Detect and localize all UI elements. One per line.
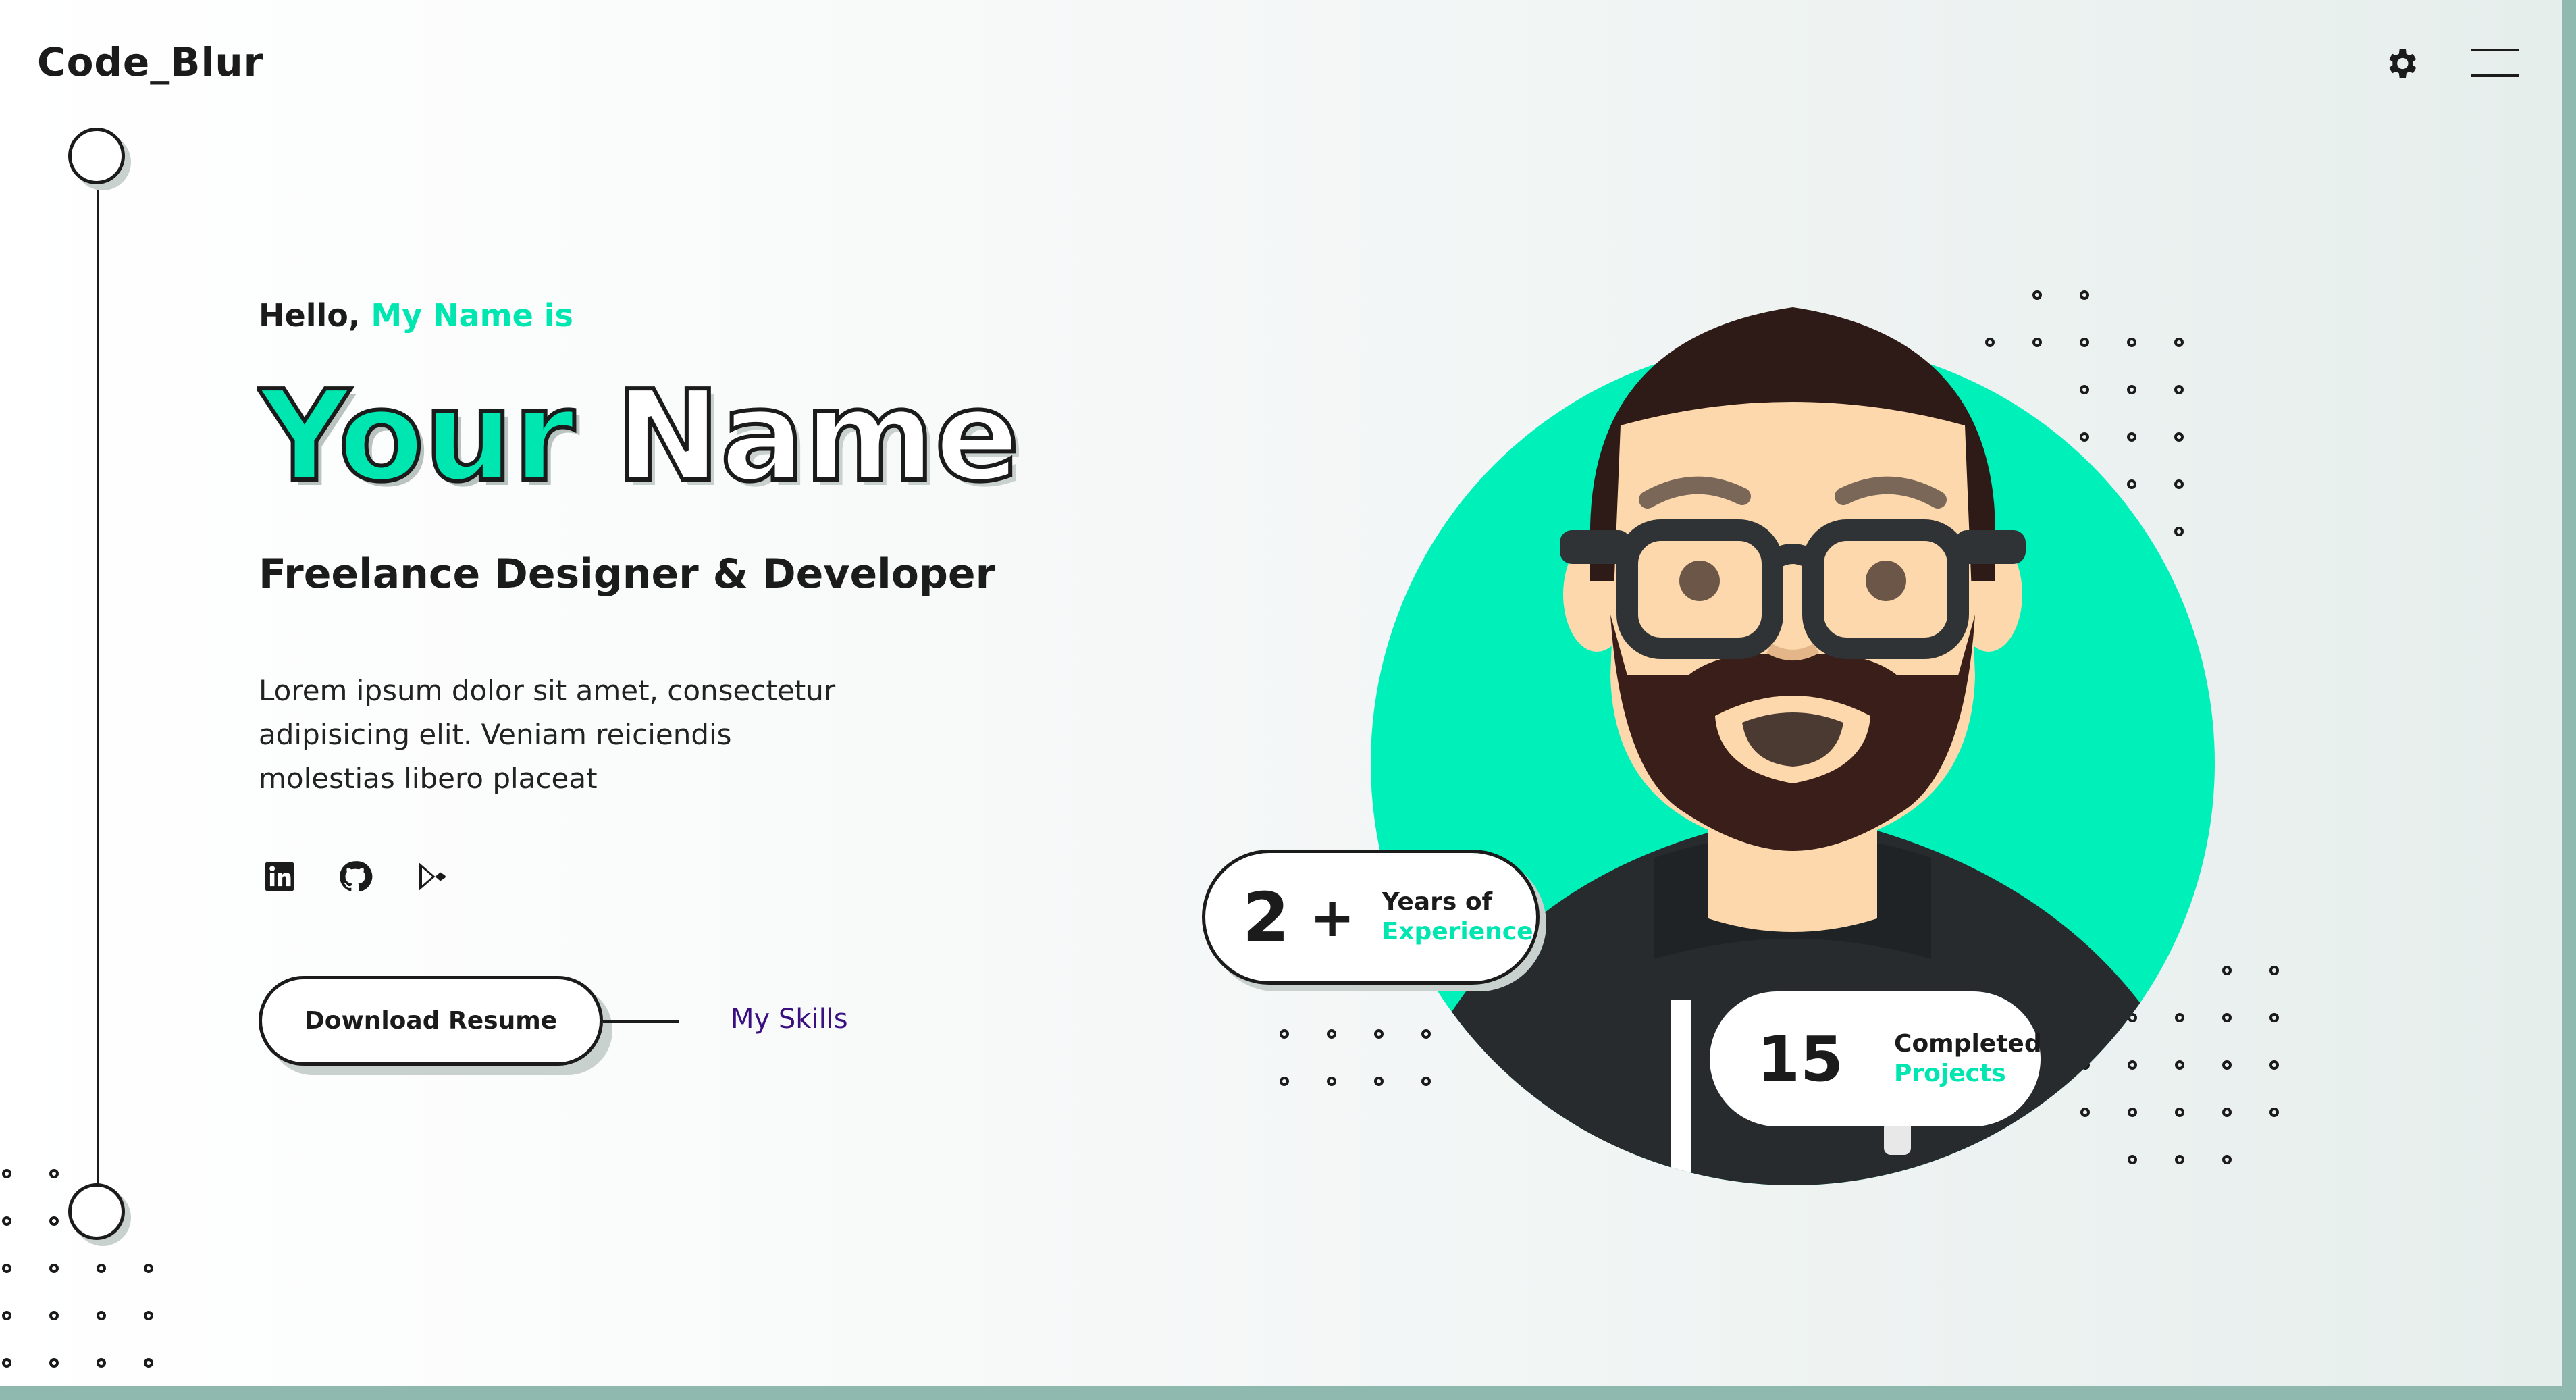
decor-dot: [2, 1169, 11, 1178]
google-play-icon[interactable]: [413, 859, 448, 894]
decor-dot: [97, 1264, 106, 1273]
window-edge-bottom: [0, 1386, 2576, 1400]
decor-dot: [97, 1358, 106, 1368]
decor-dot: [2, 1216, 11, 1226]
greeting-text: Hello,: [259, 297, 361, 334]
experience-line1: Years of: [1382, 888, 1493, 916]
decor-dot: [97, 1311, 106, 1320]
decor-dot: [49, 1169, 59, 1178]
hero-description: Lorem ipsum dolor sit amet, consectetur …: [259, 674, 836, 795]
decor-dot: [49, 1311, 59, 1320]
decor-dot: [2222, 966, 2232, 975]
experience-label: Years of Experience: [1382, 887, 1533, 947]
projects-line2: Projects: [1894, 1060, 2006, 1087]
experience-badge: 2 + Years of Experience: [1202, 850, 1540, 985]
hero-role: Freelance Designer & Developer: [259, 550, 996, 598]
decor-dot: [2, 1358, 11, 1368]
decor-dot: [2269, 966, 2279, 975]
site-logo[interactable]: Code_Blur: [37, 39, 263, 85]
decor-dot: [2222, 1108, 2232, 1117]
timeline-ring-top: [68, 128, 125, 184]
projects-number: 15: [1757, 1022, 1844, 1095]
decor-dot: [144, 1311, 153, 1320]
decor-dot: [49, 1358, 59, 1368]
button-connector-line: [603, 1020, 679, 1023]
gear-icon[interactable]: [2382, 45, 2420, 82]
hamburger-menu-icon[interactable]: [2471, 47, 2519, 80]
timeline-ring-bottom: [68, 1183, 125, 1240]
decor-dot: [2222, 1013, 2232, 1022]
decor-dot: [1280, 1077, 1289, 1086]
window-edge: [2562, 0, 2576, 1400]
decor-dot: [2269, 1108, 2279, 1117]
greeting-accent: My Name is: [371, 297, 573, 334]
decor-dot: [2, 1264, 11, 1273]
menu-bar: [2471, 74, 2519, 77]
decor-dot: [144, 1358, 153, 1368]
projects-line1: Completed: [1894, 1030, 2042, 1058]
hero-name-part1-front: Your: [258, 370, 575, 505]
hero-name-part2: Name: [616, 370, 1020, 505]
decor-dot: [2222, 1155, 2232, 1164]
menu-bar: [2471, 49, 2519, 51]
decor-dot: [2269, 1013, 2279, 1022]
projects-label: Completed Projects: [1894, 1029, 2042, 1089]
github-icon[interactable]: [338, 859, 373, 894]
decor-dot: [49, 1264, 59, 1273]
linkedin-icon[interactable]: [262, 859, 297, 894]
download-resume-button[interactable]: Download Resume: [259, 976, 603, 1066]
projects-badge: 15 Completed Projects: [1710, 991, 2042, 1126]
decor-dot: [1280, 1029, 1289, 1039]
my-skills-link[interactable]: My Skills: [731, 1004, 848, 1035]
experience-line2: Experience: [1382, 918, 1533, 945]
decor-dot: [2222, 1060, 2232, 1070]
decor-dot: [1327, 1077, 1336, 1086]
experience-number: 2: [1242, 877, 1290, 957]
decor-dot: [1327, 1029, 1336, 1039]
decor-dot: [2, 1311, 11, 1320]
decor-dot: [49, 1216, 59, 1226]
decor-dot: [2269, 1060, 2279, 1070]
hero-name: Your Your Name Name: [257, 370, 1025, 505]
timeline-line: [97, 157, 99, 1184]
experience-plus: +: [1309, 885, 1355, 949]
decor-dot: [144, 1264, 153, 1273]
greeting: Hello, My Name is: [259, 297, 573, 334]
